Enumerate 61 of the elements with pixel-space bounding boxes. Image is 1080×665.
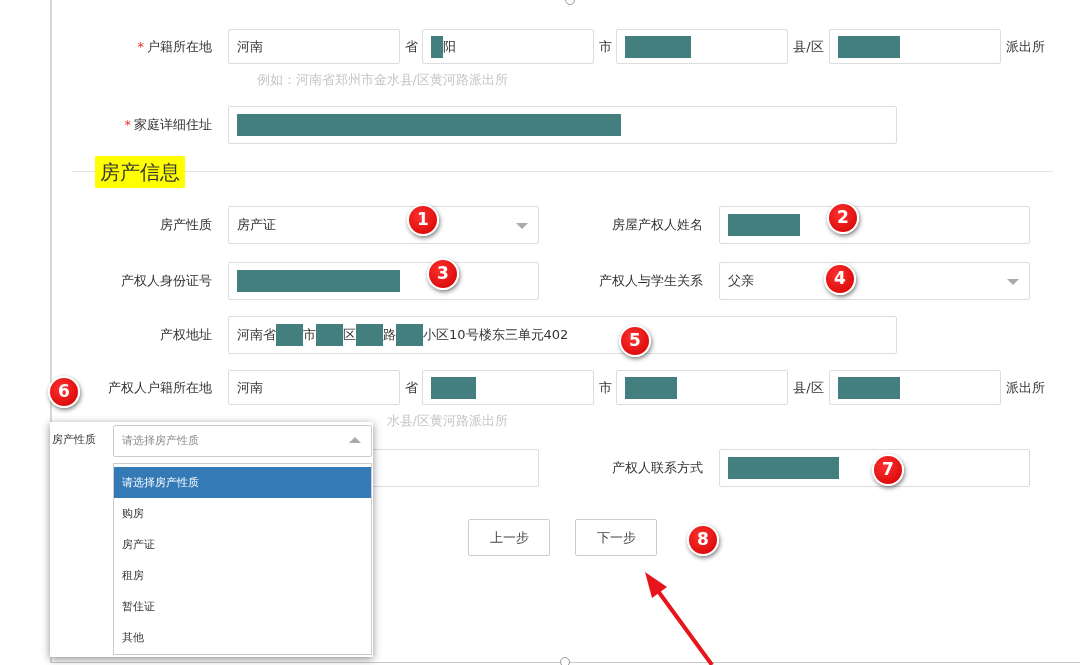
dropdown-option[interactable]: 其他	[114, 622, 371, 653]
input-field[interactable]: 河南	[228, 370, 400, 405]
field-label: 户籍所在地	[147, 38, 212, 54]
number-badge: 2	[827, 202, 859, 234]
unit-label: 省	[403, 37, 419, 56]
redaction-block	[356, 324, 383, 346]
field-label: 房产性质	[160, 217, 212, 233]
previous-step-button[interactable]: 上一步	[468, 519, 550, 556]
field-label: 产权人户籍所在地	[108, 379, 212, 395]
dropdown-option[interactable]: 暂住证	[114, 591, 371, 622]
field-label: 家庭详细住址	[134, 117, 212, 133]
unit-label: 派出所	[1006, 378, 1045, 397]
field-label: 房产性质	[52, 432, 96, 448]
redaction-block	[431, 376, 476, 399]
input-field[interactable]	[422, 370, 594, 405]
caret-icon	[1007, 279, 1019, 285]
redaction-block	[431, 35, 443, 58]
dropdown-option[interactable]: 请选择房产性质	[114, 467, 371, 498]
unit-label: 市	[597, 378, 613, 397]
field-label: 房屋产权人姓名	[612, 217, 703, 233]
field-label: 产权人与学生关系	[599, 273, 703, 289]
redaction-block	[276, 324, 303, 346]
unit-label: 县/区	[792, 378, 825, 397]
section-title: 房产信息	[95, 155, 185, 188]
unit-label: 县/区	[792, 37, 825, 56]
redaction-block	[396, 324, 423, 346]
input-field[interactable]	[829, 370, 1001, 405]
input-field[interactable]	[228, 262, 539, 300]
input-field[interactable]	[228, 106, 897, 144]
redaction-block	[728, 214, 800, 236]
handle-icon[interactable]	[560, 657, 570, 665]
input-field[interactable]	[616, 29, 788, 64]
required-mark: *	[137, 38, 144, 54]
input-field[interactable]: 河南	[228, 29, 400, 64]
field-label: 产权人身份证号	[121, 273, 212, 289]
input-field[interactable]	[616, 370, 788, 405]
input-field[interactable]	[829, 29, 1001, 64]
number-badge: 8	[687, 524, 719, 556]
unit-label: 市	[597, 37, 613, 56]
redaction-block	[838, 35, 900, 58]
redaction-block	[316, 324, 343, 346]
caret-icon	[516, 223, 528, 229]
redaction-block	[838, 376, 900, 399]
dropdown-option[interactable]: 房产证	[114, 529, 371, 560]
number-badge: 6	[48, 376, 80, 408]
dropdown-option[interactable]: 购房	[114, 498, 371, 529]
redaction-block	[625, 35, 691, 58]
input-field[interactable]: 阳	[422, 29, 594, 64]
caret-icon	[349, 437, 361, 443]
field-label: 产权地址	[160, 327, 212, 343]
number-badge: 3	[427, 258, 459, 290]
field-label: 产权人联系方式	[612, 460, 703, 476]
required-mark: *	[124, 117, 131, 133]
select-field[interactable]: 请选择房产性质	[113, 425, 372, 457]
redaction-block	[625, 376, 677, 399]
unit-label: 省	[403, 378, 419, 397]
unit-label: 派出所	[1006, 37, 1045, 56]
dropdown-option[interactable]: 租房	[114, 560, 371, 591]
input-field[interactable]	[719, 449, 1030, 487]
next-step-button[interactable]: 下一步	[575, 519, 657, 556]
input-field[interactable]	[719, 206, 1030, 244]
